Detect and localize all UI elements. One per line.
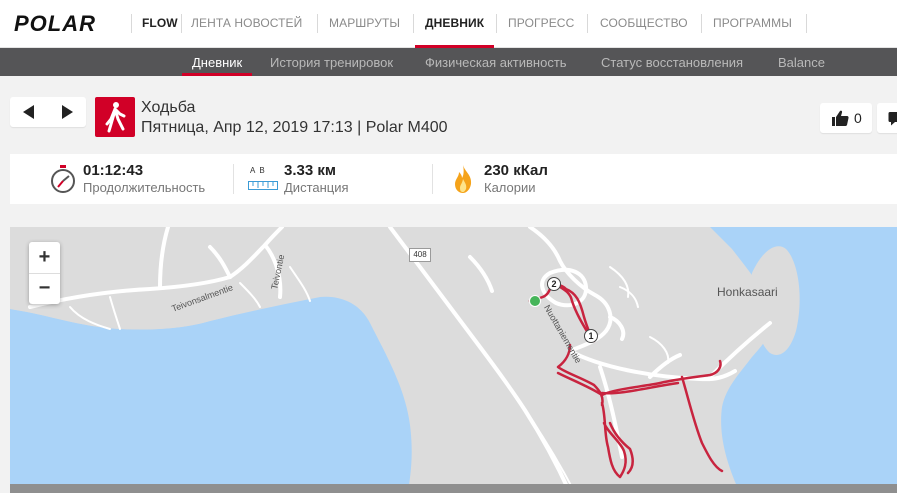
nav-community[interactable]: СООБЩЕСТВО	[600, 0, 688, 47]
nav-newsfeed[interactable]: ЛЕНТА НОВОСТЕЙ	[191, 0, 302, 47]
map-bottom-bar	[10, 484, 897, 493]
like-count: 0	[854, 110, 862, 126]
road-number-badge: 408	[409, 248, 431, 262]
nav-progress[interactable]: ПРОГРЕСС	[508, 0, 574, 47]
next-session-button[interactable]	[48, 97, 86, 127]
session-title: Ходьба	[141, 99, 196, 116]
comment-button[interactable]	[877, 103, 897, 133]
zoom-in-button[interactable]: +	[29, 242, 60, 274]
duration-value: 01:12:43	[83, 162, 144, 179]
session-pager	[10, 97, 86, 127]
duration-label: Продолжительность	[83, 180, 206, 195]
walking-sport-icon	[95, 97, 135, 137]
lap-marker-2[interactable]: 2	[547, 277, 561, 291]
previous-session-button[interactable]	[10, 97, 48, 127]
stopwatch-icon	[51, 165, 75, 193]
session-details: Пятница, Апр 12, 2019 17:13 | Polar M400	[141, 119, 448, 136]
flame-icon	[455, 165, 472, 193]
subnav-training-history[interactable]: История тренировок	[270, 48, 393, 76]
thumbs-up-icon	[832, 110, 849, 126]
nav-programs[interactable]: ПРОГРАММЫ	[713, 0, 792, 47]
subnav-recovery-status[interactable]: Статус восстановления	[601, 48, 743, 76]
svg-text:POLAR: POLAR	[14, 11, 96, 35]
session-summary: 01:12:43 Продолжительность A B 3.33 км Д…	[10, 154, 897, 204]
distance-label: Дистанция	[284, 180, 349, 195]
arrow-left-icon	[23, 105, 34, 119]
top-navigation: POLAR FLOW ЛЕНТА НОВОСТЕЙ МАРШРУТЫ ДНЕВН…	[0, 0, 897, 48]
lap-marker-1[interactable]: 1	[584, 329, 598, 343]
zoom-controls: + −	[29, 242, 60, 304]
flow-brand[interactable]: FLOW	[142, 0, 178, 47]
calories-label: Калории	[484, 180, 536, 195]
zoom-out-button[interactable]: −	[29, 273, 60, 304]
polar-logo[interactable]: POLAR	[14, 11, 126, 35]
ruler-icon	[248, 181, 278, 190]
distance-value: 3.33 км	[284, 162, 336, 179]
sub-navigation: Дневник История тренировок Физическая ак…	[0, 48, 897, 76]
arrow-right-icon	[62, 105, 73, 119]
route-start-marker[interactable]	[529, 295, 541, 307]
like-button[interactable]: 0	[820, 103, 872, 133]
subnav-diary[interactable]: Дневник	[181, 48, 253, 76]
nav-diary[interactable]: ДНЕВНИК	[414, 0, 495, 48]
nav-routes[interactable]: МАРШРУТЫ	[329, 0, 400, 47]
distance-ab-label: A B	[250, 166, 265, 175]
subnav-activity[interactable]: Физическая активность	[425, 48, 567, 76]
island-label-honkasaari: Honkasaari	[717, 285, 778, 299]
subnav-balance[interactable]: Balance	[778, 48, 825, 76]
map-canvas	[10, 227, 897, 493]
comment-icon	[888, 112, 897, 126]
route-map[interactable]: + − Teivonsalmentie Teivontie Nuottaniem…	[10, 227, 897, 493]
calories-value: 230 кКал	[484, 162, 548, 179]
